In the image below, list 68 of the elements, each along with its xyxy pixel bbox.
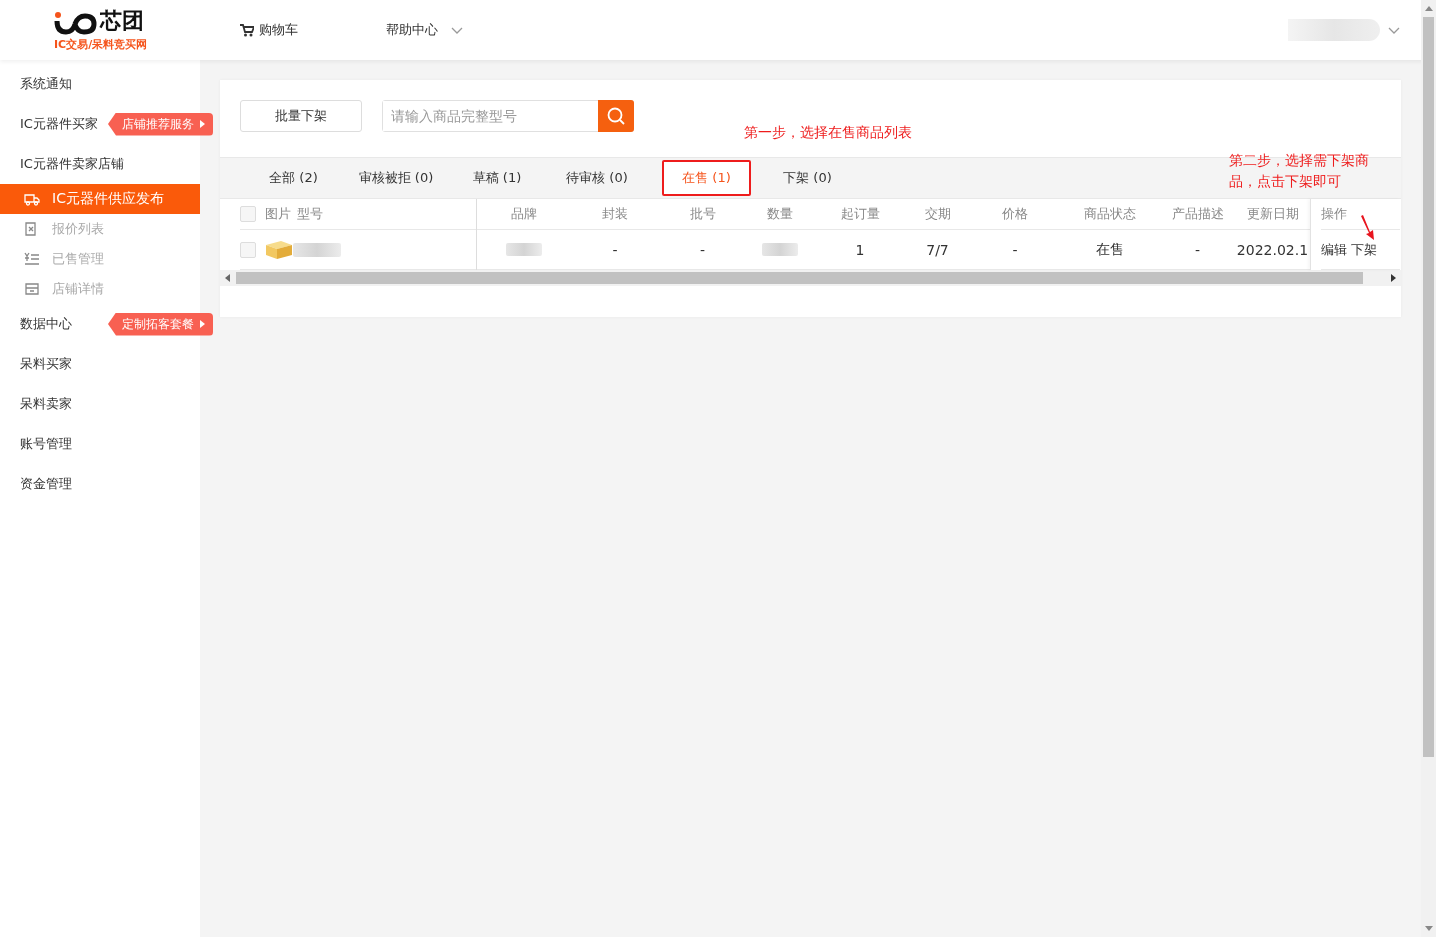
scroll-left-icon[interactable] <box>225 274 230 282</box>
redacted-value <box>762 243 798 256</box>
logo-icon <box>52 11 98 35</box>
checkbox[interactable] <box>240 206 256 222</box>
scroll-right-icon[interactable] <box>1391 274 1396 282</box>
status-tab[interactable]: 下架 (0) <box>761 158 854 198</box>
scroll-down-icon[interactable] <box>1424 926 1433 931</box>
sidebar-item[interactable]: IC元器件卖家店铺 <box>0 155 124 173</box>
column-header: 交期 <box>923 205 952 223</box>
column-header: 起订量 <box>839 205 881 223</box>
logo-name[interactable]: 芯团 <box>100 8 148 33</box>
table-cell-text: - <box>611 241 619 258</box>
logo-tagline: IC交易/呆料竞买网 <box>54 36 148 52</box>
sidebar-item[interactable]: 呆料卖家 <box>0 395 72 413</box>
table-cell-text: 7/7 <box>925 241 950 258</box>
status-tab[interactable]: 全部 (2) <box>247 158 340 198</box>
table-cell: 2022.02.1 <box>1235 241 1310 258</box>
action-link[interactable]: 编辑 <box>1321 240 1347 259</box>
table-cell-text: - <box>698 241 707 258</box>
annotation-arrow <box>1359 215 1375 241</box>
redacted-model <box>293 242 341 257</box>
redacted-value <box>505 243 542 256</box>
annotation-text: 第一步，选择在售商品列表 <box>744 124 912 142</box>
status-tab[interactable]: 草稿 (1) <box>452 158 542 198</box>
column-header: 型号 <box>297 205 323 223</box>
cart-icon <box>240 23 254 37</box>
sidebar-item[interactable]: 账号管理 <box>0 435 72 453</box>
search-button[interactable] <box>598 100 634 132</box>
triangle-right-icon <box>200 320 205 328</box>
table-cell-text: - <box>1193 241 1202 258</box>
status-tab[interactable]: 待审核 (0) <box>542 158 652 198</box>
truck-icon <box>24 192 40 206</box>
annotation-text: 第二步，选择需下架商品，点击下架即可 <box>1229 151 1370 191</box>
status-tab[interactable]: 在售 (1) <box>662 160 751 196</box>
column-header: 批号 <box>688 205 717 223</box>
column-header: 数量 <box>766 205 794 223</box>
column-header: 价格 <box>1001 205 1029 223</box>
action-link[interactable]: 下架 <box>1351 240 1377 259</box>
column-header: 封装 <box>601 205 629 223</box>
sidebar-item[interactable]: 数据中心 <box>0 315 72 333</box>
sidebar-item[interactable]: IC元器件买家 <box>0 115 98 133</box>
horizontal-scrollbar[interactable] <box>220 270 1401 286</box>
table-cell-text: 1 <box>854 241 866 258</box>
column-header: 产品描述 <box>1170 205 1225 223</box>
column-header: 图片 <box>265 205 291 223</box>
sidebar-item[interactable]: 系统通知 <box>0 75 72 93</box>
box-icon <box>265 239 293 260</box>
column-header: 操作 <box>1321 205 1347 223</box>
column-header: 更新日期 <box>1245 205 1300 223</box>
table-cell-text: 在售 <box>1095 240 1125 259</box>
shop-icon <box>24 282 40 296</box>
yen-list-icon <box>24 252 40 266</box>
search-field[interactable]: 请输入商品完整型号 <box>382 100 634 132</box>
checkbox[interactable] <box>240 241 256 258</box>
batch-delist-button[interactable]: 批量下架 <box>240 100 362 132</box>
sidebar-item[interactable]: 资金管理 <box>0 475 72 493</box>
table-cell-text: - <box>1011 241 1019 258</box>
chevron-down-icon <box>451 26 463 34</box>
scroll-up-icon[interactable] <box>1424 6 1433 11</box>
chevron-down-icon[interactable] <box>1388 26 1400 34</box>
nav-link[interactable]: 帮助中心 <box>386 21 463 39</box>
nav-link[interactable]: 购物车 <box>240 21 298 39</box>
sidebar-item[interactable]: 呆料买家 <box>0 355 72 373</box>
triangle-right-icon <box>200 120 205 128</box>
status-tab[interactable]: 审核被拒 (0) <box>340 158 452 198</box>
search-icon <box>606 106 626 126</box>
column-header: 商品状态 <box>1083 205 1137 223</box>
column-header: 品牌 <box>509 205 538 223</box>
